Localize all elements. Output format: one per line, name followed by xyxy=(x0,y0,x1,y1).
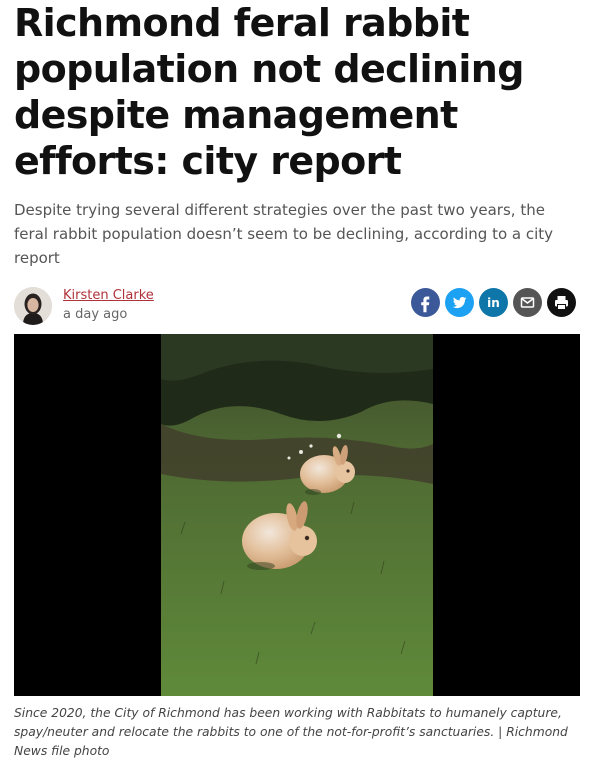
publish-time: a day ago xyxy=(63,307,128,322)
facebook-icon xyxy=(421,296,430,313)
share-linkedin-button[interactable]: in xyxy=(479,288,508,317)
print-icon xyxy=(555,296,568,310)
headline: Richmond feral rabbit population not dec… xyxy=(14,1,524,183)
share-twitter-button[interactable] xyxy=(445,288,474,317)
linkedin-icon: in xyxy=(487,296,500,310)
author-link[interactable]: Kirsten Clarke xyxy=(63,287,154,305)
share-print-button[interactable] xyxy=(547,288,576,317)
svg-text:in: in xyxy=(487,296,500,310)
article-photo xyxy=(14,334,580,696)
share-email-button[interactable] xyxy=(513,288,542,317)
email-icon xyxy=(520,297,535,308)
avatar-portrait xyxy=(14,287,52,325)
caption-text: Since 2020, the City of Richmond has bee… xyxy=(14,706,562,739)
share-buttons: in xyxy=(411,288,576,317)
rabbits-on-grass-image xyxy=(161,334,433,696)
author-avatar[interactable] xyxy=(14,287,52,325)
share-facebook-button[interactable] xyxy=(411,288,440,317)
article: Richmond feral rabbit population not dec… xyxy=(14,0,580,329)
rabbits-photo xyxy=(161,334,433,696)
photo-caption: Since 2020, the City of Richmond has bee… xyxy=(14,704,580,761)
twitter-icon xyxy=(452,297,467,309)
article-dek: Despite trying several different strateg… xyxy=(14,201,554,267)
byline: Kirsten Clarke a day ago in xyxy=(14,285,580,329)
